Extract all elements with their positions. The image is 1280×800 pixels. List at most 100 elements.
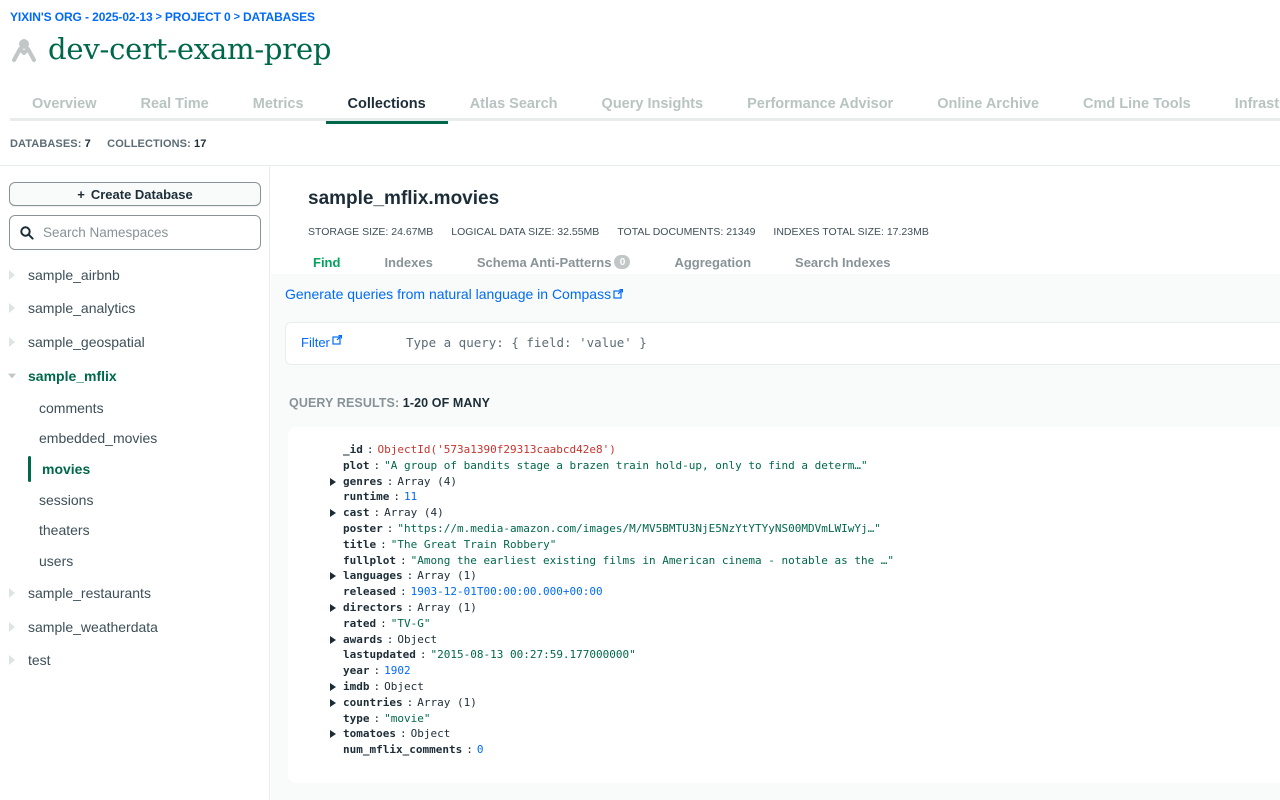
field-value: Array (1) [417,600,477,614]
filter-link[interactable]: Filter [301,335,342,350]
nl-query-label: Generate queries from natural language i… [285,286,612,302]
document-fields: _id: ObjectId('573a1390f29313caabcd42e8')… [330,442,894,758]
sidebar-db-label: sample_geospatial [28,333,145,350]
expand-caret-icon[interactable] [330,635,336,644]
sidebar-db-test[interactable]: test [0,644,269,678]
total-documents: TOTAL DOCUMENTS: 21349 [617,226,756,238]
field-value: 1902 [384,664,411,678]
document-card: _id: ObjectId('573a1390f29313caabcd42e8')… [288,427,1280,783]
field-value: 11 [403,490,418,504]
sidebar-collection-embedded-movies[interactable]: embedded_movies [0,423,269,454]
databases-count-label: DATABASES: [10,138,82,150]
field-value: ObjectId('573a1390f29313caabcd42e8') [377,443,616,456]
document-field-poster: poster: "https://m.media-amazon.com/image… [343,521,894,537]
subtab-indexes[interactable]: Indexes [362,252,454,272]
tab-metrics[interactable]: Metrics [231,86,326,121]
field-separator: : [373,458,381,472]
field-separator: : [386,521,394,535]
collection-stats: STORAGE SIZE: 24.67MB LOGICAL DATA SIZE:… [308,226,947,238]
tab-overview[interactable]: Overview [10,86,119,121]
sidebar-collection-users[interactable]: users [0,546,269,577]
document-field-genres[interactable]: genres: Array (4) [330,474,894,490]
tab-performance-advisor[interactable]: Performance Advisor [725,86,915,121]
field-key: year [343,664,370,678]
sidebar-collection-comments[interactable]: comments [0,392,269,423]
caret-right-icon [8,336,16,347]
document-field-languages[interactable]: languages: Array (1) [330,568,894,584]
document-field-lastupdated: lastupdated: "2015-08-13 00:27:59.1770000… [343,647,894,663]
sidebar-db-sample-mflix[interactable]: sample_mflix [0,359,269,393]
tab-cmd-line-tools[interactable]: Cmd Line Tools [1061,86,1213,121]
field-value: 0 [476,743,484,757]
chevron-right-icon: > [233,11,240,23]
field-key: _id [343,443,363,456]
field-key: title [343,537,377,551]
sidebar-db-sample-analytics[interactable]: sample_analytics [0,292,269,326]
field-key: tomatoes [343,727,396,741]
collections-count-label: COLLECTIONS: [107,138,191,150]
databases-count: 7 [84,138,91,150]
document-field-tomatoes[interactable]: tomatoes: Object [330,726,894,742]
expand-caret-icon[interactable] [330,572,336,581]
field-value: "A group of bandits stage a brazen train… [384,458,868,472]
filter-input[interactable] [406,335,1006,350]
document-field-countries[interactable]: countries: Array (1) [330,695,894,711]
title-row: dev-cert-exam-prep [10,32,331,66]
sidebar-db-sample-geospatial[interactable]: sample_geospatial [0,325,269,359]
expand-caret-icon[interactable] [330,509,336,518]
document-field-awards[interactable]: awards: Object [330,632,894,648]
document-field-directors[interactable]: directors: Array (1) [330,600,894,616]
document-field-rated: rated: "TV-G" [343,616,894,632]
field-separator: : [380,616,387,630]
field-key: languages [343,569,403,583]
subtab-schema-anti-patterns[interactable]: Schema Anti-Patterns 0 [455,252,653,272]
expand-caret-icon[interactable] [330,698,336,707]
sidebar-collection-theaters[interactable]: theaters [0,515,269,546]
field-key: plot [343,458,370,472]
field-separator: : [373,679,381,693]
sidebar-db-label: test [28,652,51,669]
tab-online-archive[interactable]: Online Archive [915,86,1061,121]
document-field-cast[interactable]: cast: Array (4) [330,505,894,521]
sidebar-db-sample-weatherdata[interactable]: sample_weatherdata [0,610,269,644]
subtab-find[interactable]: Find [291,252,362,272]
field-separator: : [366,443,374,456]
expand-caret-icon[interactable] [330,730,336,739]
tab-query-insights[interactable]: Query Insights [580,86,726,121]
sidebar-collection-sessions[interactable]: sessions [0,484,269,515]
expand-caret-icon[interactable] [330,682,336,691]
document-field-imdb[interactable]: imdb: Object [330,679,894,695]
subtab-aggregation[interactable]: Aggregation [652,252,773,272]
nl-query-link[interactable]: Generate queries from natural language i… [285,286,624,302]
search-namespaces-input[interactable] [43,225,243,240]
field-key: rated [343,616,377,630]
sidebar-db-sample-restaurants[interactable]: sample_restaurants [0,577,269,611]
filter-bar: Filter [285,322,1280,365]
breadcrumb-section[interactable]: DATABASES [243,10,315,24]
field-separator: : [466,743,473,757]
breadcrumb-org[interactable]: YIXIN'S ORG - 2025-02-13 [10,10,153,24]
cluster-icon [12,39,36,62]
top-tabs: Overview Real Time Metrics Collections Atlas… [10,86,1280,124]
breadcrumb-project[interactable]: PROJECT 0 [165,10,231,24]
field-key: runtime [343,490,390,504]
search-namespaces-box[interactable] [9,215,261,250]
sidebar-db-label: sample_analytics [28,300,136,317]
tab-atlas-search[interactable]: Atlas Search [448,86,580,121]
sidebar-db-sample-airbnb[interactable]: sample_airbnb [0,258,269,292]
expand-caret-icon[interactable] [330,603,336,612]
field-key: lastupdated [343,648,416,662]
document-field-plot: plot: "A group of bandits stage a brazen … [343,458,894,474]
tab-collections[interactable]: Collections [325,86,448,124]
subtab-label: Find [313,254,341,270]
tab-infrastruct[interactable]: Infrastruct [1213,86,1280,121]
field-value: "The Great Train Robbery" [390,537,557,551]
document-field-type: type: "movie" [343,711,894,727]
sidebar-db-label: sample_weatherdata [28,618,158,635]
create-database-button[interactable]: + Create Database [9,182,261,206]
subtab-search-indexes[interactable]: Search Indexes [773,252,912,272]
sidebar-collection-movies[interactable]: movies [0,454,269,485]
tab-real-time[interactable]: Real Time [119,86,231,121]
filter-label: Filter [301,335,330,350]
expand-caret-icon[interactable] [330,477,336,486]
